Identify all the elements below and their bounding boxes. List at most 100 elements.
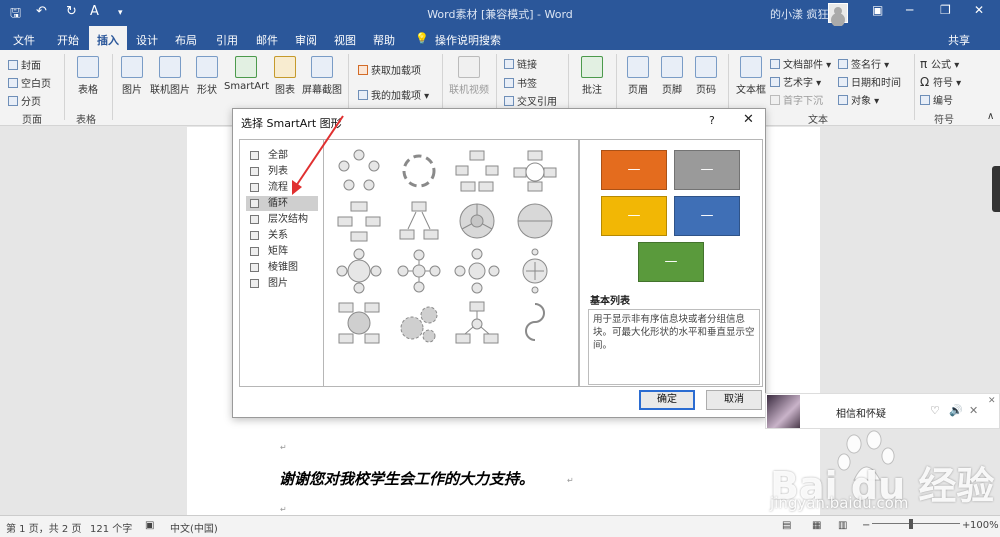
tab-insert[interactable]: 插入 bbox=[89, 26, 127, 50]
wordart-button[interactable]: 艺术字 ▾ bbox=[770, 74, 821, 89]
cancel-button[interactable]: 取消 bbox=[706, 390, 762, 410]
document-text[interactable]: 谢谢您对我校学生会工作的大力支持。 bbox=[279, 468, 534, 489]
category-hierarchy[interactable]: 层次结构 bbox=[246, 212, 318, 227]
equation-button[interactable]: π 公式 ▾ bbox=[920, 56, 959, 71]
tab-references[interactable]: 引用 bbox=[216, 32, 238, 48]
screenshot-button[interactable]: 屏幕截图 bbox=[300, 56, 344, 96]
table-button[interactable]: 表格 bbox=[74, 56, 102, 96]
signature-button[interactable]: 签名行 ▾ bbox=[838, 56, 889, 71]
language[interactable]: 中文(中国) bbox=[170, 520, 218, 535]
header-button[interactable]: 页眉 bbox=[624, 56, 652, 96]
layout-continuous-cycle[interactable] bbox=[336, 198, 382, 244]
layout-basic-cycle[interactable] bbox=[336, 148, 382, 194]
help-button[interactable]: ? bbox=[709, 114, 715, 127]
layout-radial-list[interactable] bbox=[512, 248, 558, 294]
layout-spiral[interactable] bbox=[512, 300, 558, 346]
layout-text-cycle[interactable] bbox=[396, 148, 442, 194]
get-addins-button[interactable]: 获取加载项 bbox=[358, 62, 421, 77]
tab-review[interactable]: 审阅 bbox=[295, 32, 317, 48]
comment-button[interactable]: 批注 bbox=[578, 56, 606, 96]
song-title: 相信和怀疑 bbox=[836, 409, 886, 420]
volume-icon[interactable]: 🔊 bbox=[949, 404, 963, 417]
online-picture-button[interactable]: 联机图片 bbox=[148, 56, 192, 96]
ribbon-display-icon[interactable]: ▣ bbox=[872, 3, 883, 17]
zoom-slider[interactable] bbox=[872, 523, 960, 524]
tab-home[interactable]: 开始 bbox=[57, 32, 79, 48]
close-button[interactable]: ✕ bbox=[974, 3, 984, 17]
collapse-ribbon-icon[interactable]: ∧ bbox=[987, 111, 994, 122]
picture-button[interactable]: 图片 bbox=[118, 56, 146, 96]
chart-button[interactable]: 图表 bbox=[272, 56, 298, 96]
layout-segmented-cycle[interactable] bbox=[512, 148, 558, 194]
link-button[interactable]: 链接 bbox=[504, 56, 537, 71]
layout-cycle-matrix[interactable] bbox=[396, 248, 442, 294]
proofing-icon[interactable]: ▣ bbox=[145, 520, 154, 531]
cover-page-button[interactable]: 封面 bbox=[8, 57, 41, 72]
zoom-out-icon[interactable]: − bbox=[862, 520, 870, 531]
page-number-button[interactable]: 页码 bbox=[692, 56, 720, 96]
category-pyramid[interactable]: 棱锥图 bbox=[246, 260, 318, 275]
category-process[interactable]: 流程 bbox=[246, 180, 318, 195]
layout-radial-cycle[interactable] bbox=[512, 198, 558, 244]
close-player-icon[interactable]: ✕ bbox=[969, 404, 978, 417]
restore-button[interactable]: ❐ bbox=[940, 3, 951, 17]
tab-help[interactable]: 帮助 bbox=[373, 32, 395, 48]
online-video-button[interactable]: 联机视频 bbox=[448, 56, 490, 96]
dropcap-button[interactable]: 首字下沉 bbox=[770, 92, 823, 107]
tab-layout[interactable]: 布局 bbox=[175, 32, 197, 48]
tell-me-search[interactable]: 操作说明搜索 bbox=[435, 32, 501, 48]
word-count[interactable]: 121 个字 bbox=[90, 520, 132, 535]
category-cycle[interactable]: 循环 bbox=[246, 196, 318, 211]
layout-block-cycle[interactable] bbox=[454, 148, 500, 194]
minimize-button[interactable]: ─ bbox=[906, 3, 913, 17]
print-layout-icon[interactable]: ▦ bbox=[812, 520, 821, 531]
heart-icon[interactable]: ♡ bbox=[930, 404, 940, 417]
avatar[interactable] bbox=[828, 3, 848, 23]
tab-design[interactable]: 设计 bbox=[136, 32, 158, 48]
category-picture[interactable]: 图片 bbox=[246, 276, 318, 291]
layout-gear[interactable] bbox=[396, 300, 442, 346]
page-break-button[interactable]: 分页 bbox=[8, 93, 41, 108]
album-cover[interactable] bbox=[767, 395, 800, 428]
dropcap-label: 首字下沉 bbox=[783, 96, 823, 107]
my-addins-button[interactable]: 我的加载项 ▾ bbox=[358, 87, 429, 102]
zoom-level[interactable]: 100% bbox=[970, 520, 999, 531]
layout-diverging-radial[interactable] bbox=[454, 248, 500, 294]
layout-multidirectional-cycle[interactable] bbox=[396, 198, 442, 244]
layout-hub-spoke[interactable] bbox=[454, 300, 500, 346]
user-name[interactable]: 的小漾 疯狂 bbox=[770, 6, 829, 22]
bookmark-button[interactable]: 书签 bbox=[504, 75, 537, 90]
layout-radial-venn[interactable] bbox=[336, 248, 382, 294]
category-list-item[interactable]: 列表 bbox=[246, 164, 318, 179]
footer-button[interactable]: 页脚 bbox=[658, 56, 686, 96]
layout-cycle-with-blocks[interactable] bbox=[336, 300, 382, 346]
ok-button[interactable]: 确定 bbox=[639, 390, 695, 410]
category-matrix[interactable]: 矩阵 bbox=[246, 244, 318, 259]
footer-label: 页脚 bbox=[662, 85, 682, 96]
web-layout-icon[interactable]: ▥ bbox=[838, 520, 847, 531]
blank-page-button[interactable]: 空白页 bbox=[8, 75, 51, 90]
smartart-button[interactable]: SmartArt bbox=[224, 56, 269, 92]
zoom-slider-thumb[interactable] bbox=[909, 519, 913, 529]
store-icon bbox=[358, 65, 368, 75]
category-relationship[interactable]: 关系 bbox=[246, 228, 318, 243]
datetime-button[interactable]: 日期和时间 bbox=[838, 74, 901, 89]
quickparts-button[interactable]: 文档部件 ▾ bbox=[770, 56, 831, 71]
tab-view[interactable]: 视图 bbox=[334, 32, 356, 48]
share-button[interactable]: 共享 bbox=[948, 32, 970, 48]
page-count[interactable]: 第 1 页，共 2 页 bbox=[6, 520, 81, 535]
close-icon[interactable]: ✕ bbox=[988, 396, 996, 406]
crossref-button[interactable]: 交叉引用 bbox=[504, 93, 557, 108]
tab-file[interactable]: 文件 bbox=[13, 32, 35, 48]
read-mode-icon[interactable]: ▤ bbox=[782, 520, 791, 531]
category-all[interactable]: 全部 bbox=[246, 148, 318, 163]
tab-mailings[interactable]: 邮件 bbox=[256, 32, 278, 48]
numbering-button[interactable]: 编号 bbox=[920, 92, 953, 107]
textbox-button[interactable]: 文本框 bbox=[734, 56, 768, 96]
layout-gear-cycle[interactable] bbox=[454, 198, 500, 244]
symbol-button[interactable]: Ω 符号 ▾ bbox=[920, 74, 961, 89]
object-button[interactable]: 对象 ▾ bbox=[838, 92, 879, 107]
shapes-button[interactable]: 形状 bbox=[194, 56, 220, 96]
floating-side-tab[interactable] bbox=[992, 166, 1000, 212]
dialog-close-button[interactable]: ✕ bbox=[743, 112, 754, 127]
